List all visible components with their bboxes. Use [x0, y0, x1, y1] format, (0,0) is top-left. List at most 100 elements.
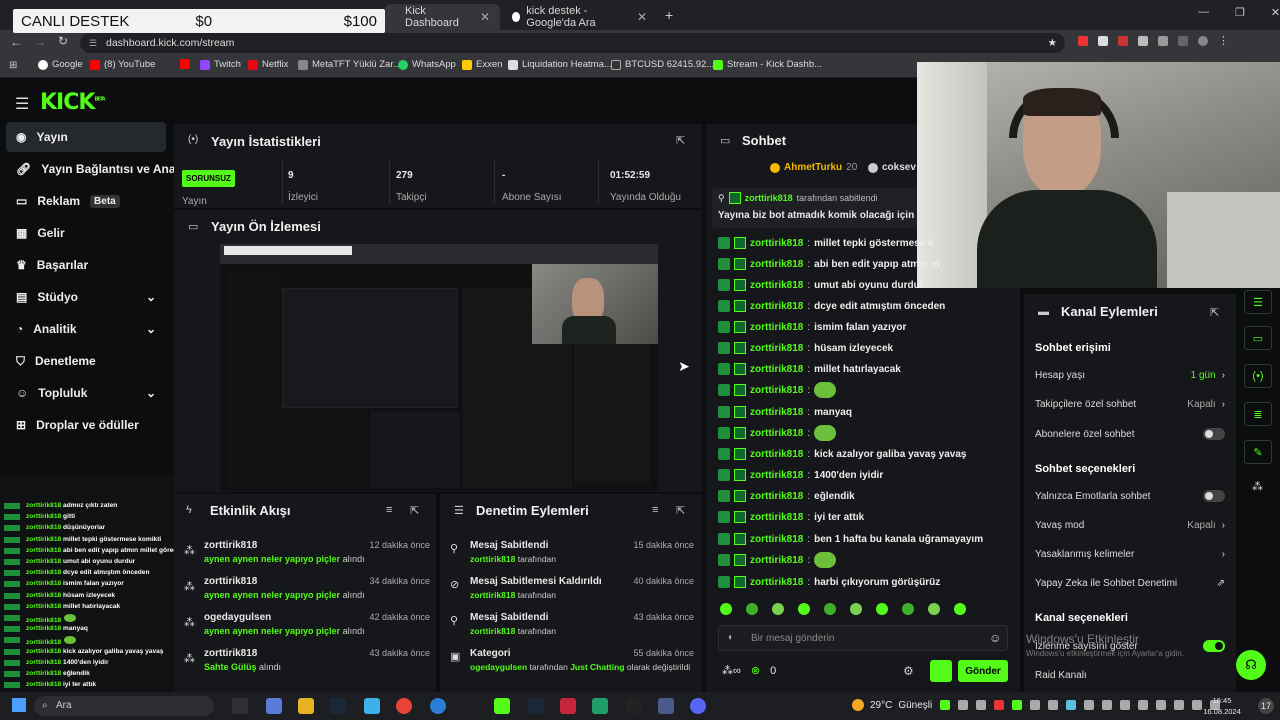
- hamburger-menu-icon[interactable]: ☰: [15, 94, 29, 114]
- tray-icon[interactable]: [940, 700, 950, 710]
- bookmark-youtube-2[interactable]: [180, 59, 190, 69]
- tray-icon[interactable]: [1012, 700, 1022, 710]
- steam-icon[interactable]: [330, 698, 346, 714]
- emote-icon[interactable]: [824, 603, 836, 615]
- tray-icon[interactable]: [958, 700, 968, 710]
- url-field[interactable]: ☰ dashboard.kick.com/stream ★: [80, 33, 1065, 53]
- bookmark-exxen[interactable]: Exxen: [462, 59, 502, 70]
- activity-item[interactable]: ⁂ zorttirik818 Sahte Gülüş alındı 43 dakika…: [184, 646, 430, 678]
- taskbar-search[interactable]: ⌕ Ara: [34, 696, 214, 716]
- emote-icon[interactable]: [876, 603, 888, 615]
- app-3-icon[interactable]: [626, 698, 642, 714]
- mod-action-item[interactable]: ⊘ Mesaj Sabitlemesi Kaldırıldı zorttirik81…: [450, 574, 694, 606]
- profile-avatar[interactable]: [1198, 36, 1208, 46]
- show-viewers-toggle[interactable]: [1203, 640, 1225, 652]
- sidebar-item-topluluk[interactable]: ☺ Topluluk ⌄: [6, 378, 166, 408]
- chat-message[interactable]: zorttirik818:1400'den iyidir: [718, 466, 883, 484]
- support-headset-button[interactable]: ☊: [1236, 650, 1266, 680]
- bookmark-netflix[interactable]: Netflix: [248, 59, 288, 70]
- chat-message[interactable]: zorttirik818: eğlendik: [718, 487, 855, 505]
- tray-icon[interactable]: [1120, 700, 1130, 710]
- sidebar-item-basarilar[interactable]: ♛ Başarılar: [6, 250, 166, 280]
- send-button[interactable]: Gönder: [958, 660, 1008, 682]
- valorant-icon[interactable]: [560, 698, 576, 714]
- chat-username[interactable]: zorttirik818: [750, 280, 803, 291]
- sidebar-item-denetleme[interactable]: ⛉ Denetleme: [6, 346, 166, 376]
- chat-username[interactable]: zorttirik818: [750, 407, 803, 418]
- tab-kick-dashboard[interactable]: Kick Dashboard ✕: [385, 4, 500, 30]
- rail-chat-icon[interactable]: ▭: [1244, 326, 1272, 350]
- bookmark-star-icon[interactable]: ★: [1048, 33, 1057, 53]
- mod-action-item[interactable]: ▣ Kategori ogedaygulsen tarafından Just Ch…: [450, 646, 694, 678]
- maximize-icon[interactable]: ❐: [1235, 6, 1245, 19]
- chat-username[interactable]: zorttirik818: [750, 322, 803, 333]
- pinned-message[interactable]: ⚲ zorttirik818 tarafından sabitlendi Yay…: [712, 188, 918, 228]
- steam-2-icon[interactable]: [528, 698, 544, 714]
- extension-icon[interactable]: [1078, 36, 1088, 46]
- clock[interactable]: 16:45 16.08.2024: [1200, 695, 1244, 717]
- rail-list-icon[interactable]: ☰: [1244, 290, 1272, 314]
- activity-item[interactable]: ⁂ ogedaygulsen aynen aynen neler yapıyo pi…: [184, 610, 430, 642]
- activity-item[interactable]: ⁂ zorttirik818 aynen aynen neler yapıyo pi…: [184, 574, 430, 606]
- menu-dots-icon[interactable]: ⋮: [1218, 36, 1229, 47]
- chat-message[interactable]: zorttirik818:: [718, 381, 837, 399]
- emote-icon[interactable]: [746, 603, 758, 615]
- raid-row[interactable]: Raid Kanalı: [1035, 670, 1225, 681]
- kick-logo[interactable]: KICKBETA: [40, 90, 106, 115]
- copilot-icon[interactable]: [266, 698, 282, 714]
- emotes-only-toggle[interactable]: [1203, 490, 1225, 502]
- edge-icon[interactable]: [430, 698, 446, 714]
- sidebar-item-studyo[interactable]: ▤ Stüdyo ⌄: [6, 282, 166, 312]
- ai-moderation-row[interactable]: Yapay Zeka ile Sohbet Denetimi ⇗: [1035, 578, 1225, 589]
- popout-icon[interactable]: ⇱: [1210, 306, 1219, 319]
- chat-message[interactable]: zorttirik818: millet hatırlayacak: [718, 360, 901, 378]
- quick-emote-button[interactable]: [930, 660, 952, 682]
- app-2-icon[interactable]: [592, 698, 608, 714]
- kick-app-icon[interactable]: [494, 698, 510, 714]
- bookmark-youtube[interactable]: (8) YouTube: [90, 59, 155, 70]
- apps-grid-icon[interactable]: ⊞: [9, 60, 17, 71]
- close-icon[interactable]: ✕: [637, 10, 647, 24]
- minimize-icon[interactable]: —: [1198, 6, 1209, 19]
- bookmark-whatsapp[interactable]: WhatsApp: [398, 59, 456, 70]
- chat-message[interactable]: zorttirik818: ben 1 hafta bu kanala uğram…: [718, 530, 983, 548]
- mod-action-user[interactable]: ogedaygulsen: [470, 662, 527, 672]
- bookmark-google[interactable]: Google: [38, 59, 83, 70]
- tray-icon[interactable]: [1138, 700, 1148, 710]
- slow-mode-row[interactable]: Yavaş mod Kapalı ›: [1035, 520, 1225, 531]
- emote-icon[interactable]: [850, 603, 862, 615]
- mod-action-item[interactable]: ⚲ Mesaj Sabitlendi zorttirik818 tarafından…: [450, 610, 694, 642]
- popout-icon[interactable]: ⇱: [676, 134, 685, 147]
- tray-icon[interactable]: [976, 700, 986, 710]
- sidebar-item-droplar[interactable]: ⊞ Droplar ve ödüller: [6, 410, 176, 440]
- chat-username[interactable]: zorttirik818: [750, 385, 803, 396]
- app-icon[interactable]: [364, 698, 380, 714]
- chat-message[interactable]: zorttirik818: ismim falan yazıyor: [718, 318, 906, 336]
- popout-icon[interactable]: ⇱: [676, 504, 685, 517]
- emote-icon[interactable]: [772, 603, 784, 615]
- sidebar-item-stream-key[interactable]: 🔗︎ Yayın Bağlantısı ve Anahtarı: [6, 154, 176, 184]
- chrome-icon[interactable]: [396, 698, 412, 714]
- chat-message[interactable]: zorttirik818:: [718, 424, 837, 442]
- windows-start-icon[interactable]: [12, 698, 26, 712]
- tray-icon[interactable]: [1030, 700, 1040, 710]
- chat-username[interactable]: zorttirik818: [750, 491, 803, 502]
- tray-icon[interactable]: [1084, 700, 1094, 710]
- popout-icon[interactable]: ⇱: [410, 504, 419, 517]
- chat-message[interactable]: zorttirik818: iyi ter attık: [718, 508, 864, 526]
- extension-icon[interactable]: [1138, 36, 1148, 46]
- chat-username[interactable]: zorttirik818: [750, 259, 803, 270]
- notification-icon[interactable]: 17: [1258, 698, 1274, 714]
- chat-username[interactable]: zorttirik818: [750, 555, 803, 566]
- banned-words-row[interactable]: Yasaklanmış kelimeler ›: [1035, 549, 1225, 560]
- tray-icon[interactable]: [1066, 700, 1076, 710]
- bookmark-btcusd[interactable]: BTCUSD 62415.92...: [611, 59, 714, 70]
- sidebar-item-gelir[interactable]: ▦ Gelir: [6, 218, 166, 248]
- tray-icon[interactable]: [1156, 700, 1166, 710]
- sidebar-item-reklam[interactable]: ▭ Reklam Beta: [6, 186, 166, 216]
- subs-only-toggle[interactable]: [1203, 428, 1225, 440]
- reading-list-icon[interactable]: [1178, 36, 1188, 46]
- reply-icon[interactable]: ◐: [728, 632, 734, 643]
- activity-user[interactable]: ogedaygulsen: [204, 612, 271, 623]
- rail-activity-icon[interactable]: ⁂: [1252, 480, 1263, 493]
